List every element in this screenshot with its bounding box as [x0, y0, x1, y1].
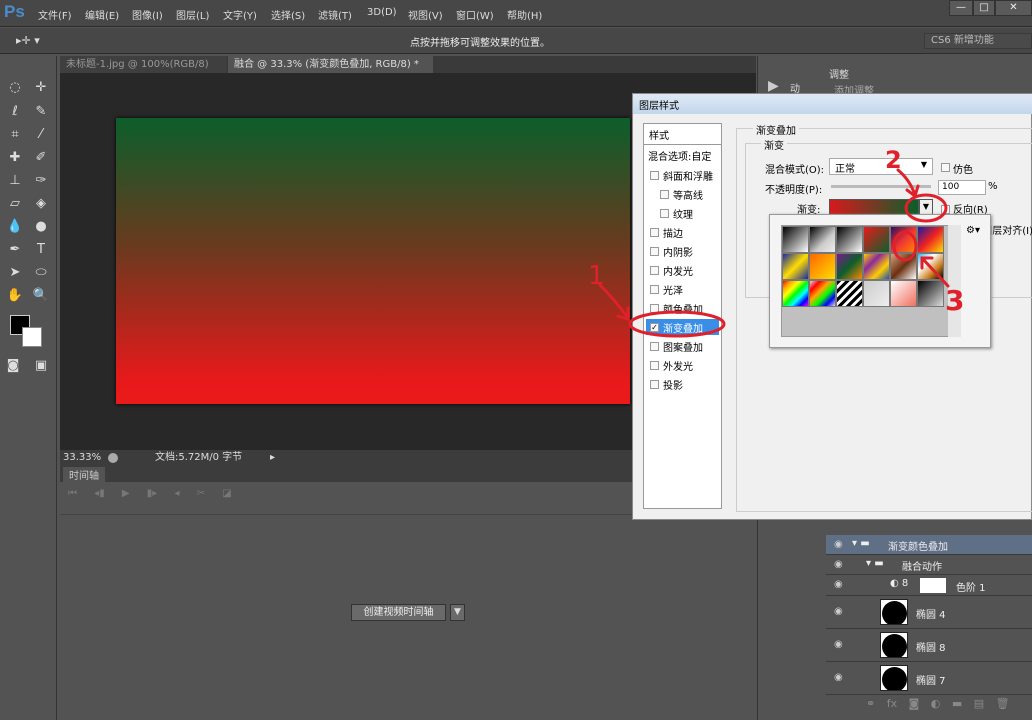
annotation-circle-2: [904, 193, 948, 223]
annotation-ellipse-1: [628, 310, 726, 338]
annotation-label-1: 1: [588, 261, 605, 291]
annotation-label-2: 2: [885, 146, 902, 174]
annotation-circle-3: [892, 230, 918, 262]
annotation-arrow-3: [920, 256, 950, 288]
annotation-overlay: 1 2 3: [588, 146, 964, 338]
annotation-label-3: 3: [945, 284, 964, 317]
